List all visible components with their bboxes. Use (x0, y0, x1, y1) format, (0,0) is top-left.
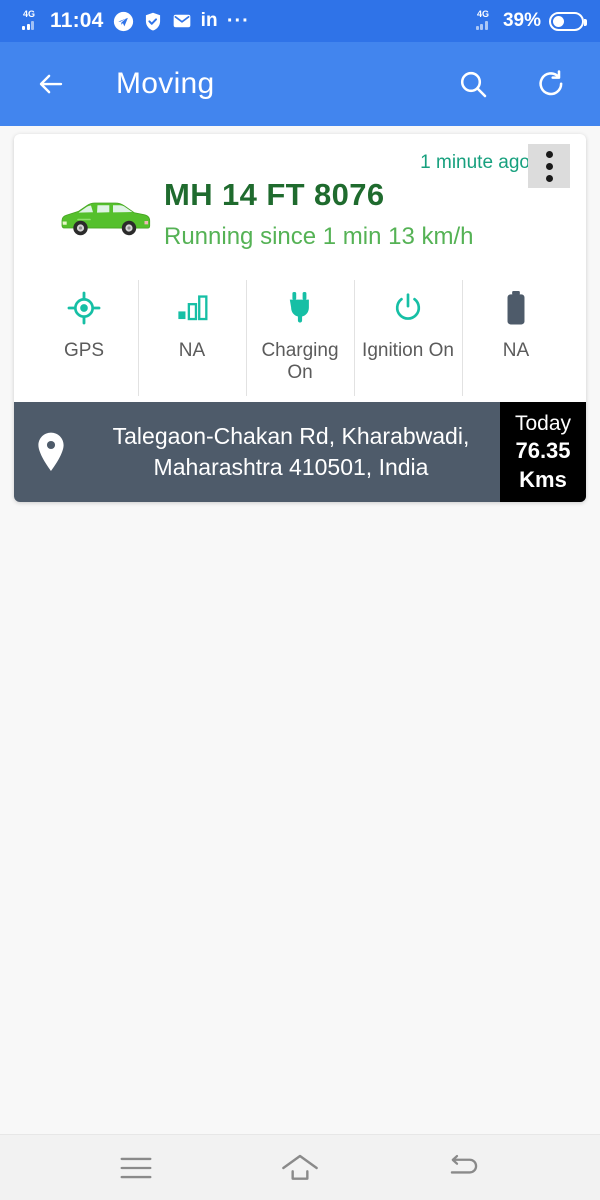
network-4g-icon: 4G (475, 9, 495, 31)
status-cell-charging[interactable]: Charging On (246, 278, 354, 398)
signal-bars-icon: 4G (22, 9, 41, 31)
distance-unit-label: Kms (519, 466, 567, 492)
vehicle-plate-label: MH 14 FT 8076 (164, 177, 385, 212)
vehicle-card[interactable]: 1 minute ago MH 14 FT 8076 Running since… (14, 134, 586, 503)
network-type-right-label: 4G (476, 9, 489, 19)
battery-icon (503, 288, 529, 328)
status-label-charging: Charging On (261, 339, 339, 383)
vehicle-status-label: Running since 1 min 13 km/h (164, 222, 474, 250)
refresh-button[interactable] (528, 61, 574, 107)
back-button[interactable] (28, 61, 74, 107)
signal-bar-group (22, 21, 34, 30)
battery-percent-label: 39% (502, 10, 541, 31)
battery-status-icon (549, 11, 587, 31)
kebab-dot (545, 162, 553, 170)
content-area: 1 minute ago MH 14 FT 8076 Running since… (0, 126, 600, 1134)
phone-screen: 4G 11:04 in ··· 4G 39% Moving 1 minute a… (0, 0, 600, 1200)
status-label-gps: GPS (63, 339, 105, 361)
status-bar-left: 4G 11:04 in ··· (22, 9, 250, 33)
clock-label: 11:04 (50, 9, 104, 32)
address-bar[interactable]: Talegaon-Chakan Rd, Kharabwadi, Maharash… (14, 401, 586, 503)
gps-icon (67, 288, 101, 328)
status-indicator-row: GPS NA Charging On Ignition On NA (30, 278, 570, 402)
status-cell-gps[interactable]: GPS (30, 278, 138, 398)
card-body: 1 minute ago MH 14 FT 8076 Running since… (14, 134, 586, 402)
distance-panel[interactable]: Today 76.35 Kms (500, 401, 586, 503)
address-line-1: Talegaon-Chakan Rd, Kharabwadi, (112, 423, 470, 450)
status-cell-ignition[interactable]: Ignition On (354, 278, 462, 398)
vehicle-info: MH 14 FT 8076 Running since 1 min 13 km/… (164, 174, 570, 252)
ignition-power-icon (392, 288, 424, 328)
last-update-label: 1 minute ago (420, 152, 530, 173)
status-bar-right: 4G 39% (475, 9, 587, 32)
status-bar: 4G 11:04 in ··· 4G 39% (0, 0, 600, 42)
search-button[interactable] (450, 61, 496, 107)
page-title: Moving (116, 67, 215, 100)
back-nav-button[interactable] (434, 1144, 494, 1192)
signal-bars-icon (175, 288, 209, 328)
more-icon: ··· (226, 9, 250, 32)
home-button[interactable] (270, 1144, 330, 1192)
kebab-dot (545, 150, 553, 158)
distance-period-label: Today (514, 411, 572, 435)
status-cell-signal[interactable]: NA (138, 278, 246, 398)
signal-dots-group (475, 21, 488, 30)
status-label-signal: NA (178, 339, 206, 361)
status-label-battery: NA (502, 339, 530, 361)
network-type-label: 4G (23, 9, 36, 19)
charging-plug-icon (285, 288, 315, 328)
telegram-icon (113, 11, 134, 32)
status-label-ignition: Ignition On (362, 339, 454, 361)
vehicle-image (56, 188, 154, 248)
location-pin-icon (14, 402, 88, 502)
address-line-2: Maharashtra 410501, India (153, 453, 429, 480)
android-nav-bar (0, 1134, 600, 1200)
linkedin-icon: in (200, 10, 218, 31)
address-text: Talegaon-Chakan Rd, Kharabwadi, Maharash… (88, 402, 500, 502)
status-cell-battery[interactable]: NA (462, 278, 570, 398)
shield-check-icon (143, 11, 163, 32)
app-bar: Moving (0, 42, 600, 126)
recents-button[interactable] (106, 1144, 166, 1192)
distance-value-label: 76.35 (515, 437, 571, 463)
vehicle-summary-row: MH 14 FT 8076 Running since 1 min 13 km/… (30, 174, 570, 256)
mail-icon (172, 11, 192, 31)
